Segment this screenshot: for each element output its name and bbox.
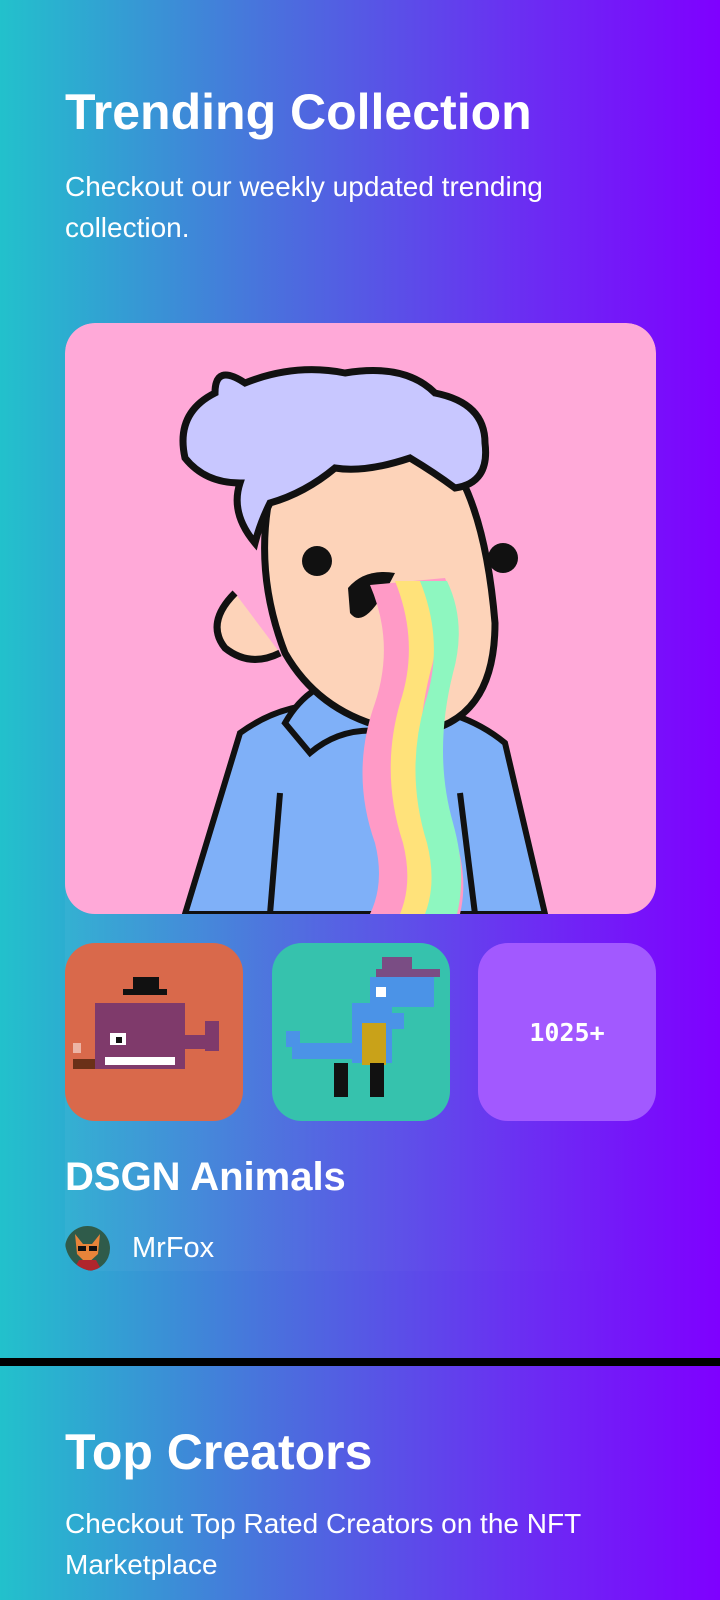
collection-name[interactable]: DSGN Animals bbox=[65, 1153, 346, 1201]
creators-subtitle: Checkout Top Rated Creators on the NFT M… bbox=[65, 1508, 581, 1580]
collection-card[interactable]: 1025+ DSGN Animals MrFox bbox=[65, 323, 656, 1271]
collection-count-badge[interactable]: 1025+ bbox=[478, 943, 656, 1121]
collection-thumbnail-whale[interactable] bbox=[65, 943, 243, 1121]
fox-avatar-icon bbox=[65, 1226, 110, 1271]
trending-subtitle: Checkout our weekly updated trending col… bbox=[65, 171, 543, 243]
author-name[interactable]: MrFox bbox=[132, 1232, 214, 1265]
collection-thumbnail-dino[interactable] bbox=[272, 943, 450, 1121]
pipe-whale-art bbox=[65, 943, 243, 1121]
rainbow-kid-art bbox=[65, 323, 656, 914]
trending-title: Trending Collection bbox=[65, 84, 532, 140]
creators-title: Top Creators bbox=[65, 1424, 373, 1480]
trending-section: Trending Collection Checkout our weekly … bbox=[0, 0, 720, 1358]
collection-author[interactable]: MrFox bbox=[65, 1226, 214, 1271]
author-avatar[interactable] bbox=[65, 1226, 110, 1271]
top-creators-section: Top Creators Checkout Top Rated Creators… bbox=[0, 1366, 720, 1600]
collection-hero-image[interactable] bbox=[65, 323, 656, 914]
blue-dino-art bbox=[272, 943, 450, 1121]
